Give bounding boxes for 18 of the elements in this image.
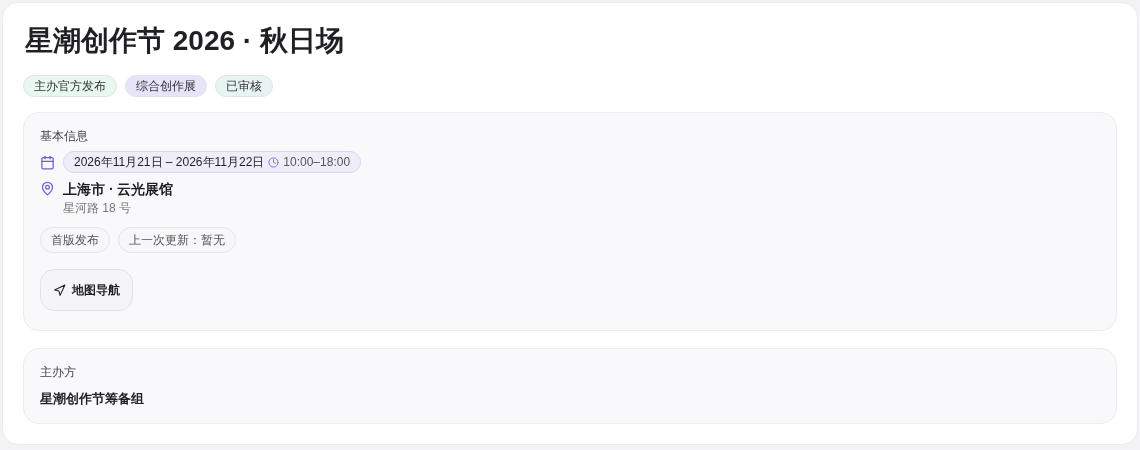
date-range: 2026年11月21日 – 2026年11月22日 [74, 154, 265, 171]
map-navigation-button[interactable]: 地图导航 [40, 269, 133, 311]
event-title: 星潮创作节 2026 · 秋日场 [25, 24, 345, 58]
status-chip: 上一次更新：暂无 [118, 227, 236, 253]
venue-address: 星河路 18 号 [63, 200, 132, 217]
calendar-icon [40, 154, 55, 170]
venue-name: 上海市 · 云光展馆 [63, 180, 174, 199]
section-heading: 主办方 [40, 364, 77, 381]
location-pin-icon [40, 181, 55, 196]
section-heading: 基本信息 [40, 128, 89, 145]
organizer-name: 星潮创作节筹备组 [40, 390, 145, 408]
navigation-arrow-icon [53, 283, 66, 297]
tag: 主办官方发布 [23, 75, 117, 97]
time-range: 10:00–18:00 [283, 154, 351, 171]
status-chip: 首版发布 [40, 227, 110, 253]
clock-icon [268, 156, 280, 168]
tag: 已审核 [215, 75, 273, 97]
tag: 综合创作展 [125, 75, 207, 97]
